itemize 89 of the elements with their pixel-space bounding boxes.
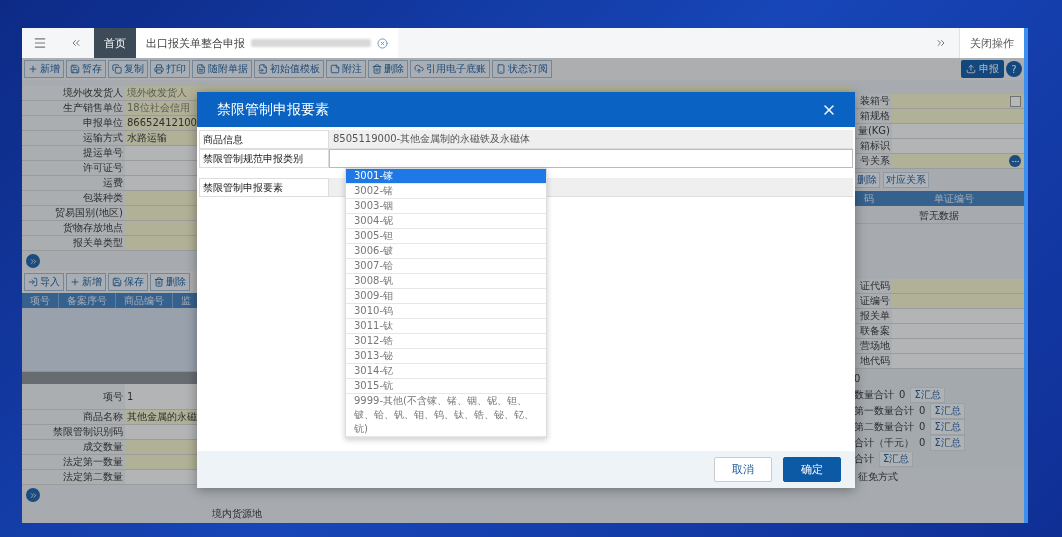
field-label: 成交数量 [22, 440, 125, 454]
dropdown-option[interactable]: 3012-锆 [346, 334, 546, 349]
total-label: 第二数量合计 [854, 419, 914, 434]
field-label: 营场地 [854, 339, 892, 353]
toolbar-button[interactable]: 打印 [150, 60, 190, 78]
toolbar-button[interactable]: 新增 [66, 273, 106, 291]
total-value: 0 [919, 421, 926, 432]
total-value: 0 [899, 389, 906, 400]
dropdown-option[interactable]: 3007-铪 [346, 259, 546, 274]
toolbar-button[interactable]: 初始值模板 [254, 60, 324, 78]
toolbar-button[interactable]: 随附单据 [192, 60, 252, 78]
tab[interactable]: 首页 [94, 28, 136, 58]
field-label: 征免方式 [857, 470, 899, 484]
field-label: 生产销售单位 [22, 101, 125, 115]
total-label: 第一数量合计 [854, 403, 914, 418]
action-button[interactable]: 删除 [854, 172, 880, 188]
dropdown-option[interactable]: 3010-钨 [346, 304, 546, 319]
dropdown-option[interactable]: 3004-铌 [346, 214, 546, 229]
field-label: 箱标识 [854, 139, 892, 153]
column-header: 码 [863, 192, 875, 206]
toolbar-button[interactable]: 导入 [24, 273, 64, 291]
toolbar-button[interactable]: 状态订阅 [492, 60, 552, 78]
field-label: 禁限管制申报要素 [199, 178, 329, 197]
field-label: 证编号 [854, 294, 892, 308]
total-label: 数量合计 [854, 387, 894, 402]
field-label: 提运单号 [22, 146, 125, 160]
field-label: 贸易国别(地区) [22, 206, 125, 220]
dropdown-option[interactable]: 3014-钇 [346, 364, 546, 379]
field-label: 运费 [22, 176, 125, 190]
field-label: 包装种类 [22, 191, 125, 205]
total-label: 合计 [854, 451, 874, 466]
field-label: 商品信息 [199, 130, 329, 149]
total-value: 0 [854, 373, 861, 384]
field-label: 地代码 [854, 354, 892, 368]
toolbar-button[interactable]: 附注 [326, 60, 366, 78]
field-label: 报关单类型 [22, 236, 125, 250]
field-label: 法定第一数量 [22, 455, 125, 469]
field-label: 申报单位 [22, 116, 125, 130]
dialog-title: 禁限管制申报要素 [217, 100, 329, 119]
dropdown-option[interactable]: 3015-钪 [346, 379, 546, 394]
toolbar-button[interactable]: 暂存 [66, 60, 106, 78]
dropdown-option[interactable]: 3009-钼 [346, 289, 546, 304]
field-label: 号关系 [854, 154, 892, 168]
cancel-button[interactable]: 取消 [714, 457, 772, 482]
help-button[interactable]: ? [1006, 61, 1022, 77]
field-label: 商品名称 [22, 410, 125, 424]
field-label: 装箱号 [854, 94, 892, 108]
action-button[interactable]: 对应关系 [883, 172, 929, 188]
dropdown-option[interactable]: 3005-钽 [346, 229, 546, 244]
dropdown-option[interactable]: 3001-镓 [346, 169, 546, 184]
dropdown-option[interactable]: 3002-锗 [346, 184, 546, 199]
toolbar-button[interactable]: 复制 [108, 60, 148, 78]
submit-button[interactable]: 申报 [961, 60, 1004, 78]
dropdown-option[interactable]: 3011-钛 [346, 319, 546, 334]
confirm-button[interactable]: 确定 [783, 457, 841, 482]
field-label: 境外收发货人 [22, 86, 125, 100]
field-label: 法定第二数量 [22, 470, 125, 484]
column-header: 单证编号 [933, 192, 975, 206]
field-label: 境内货源地 [211, 507, 263, 521]
total-label: 合计（千元） [854, 435, 914, 450]
sum-button[interactable]: Σ汇总 [879, 450, 914, 467]
field-label: 禁限管制识别码 [22, 425, 125, 439]
field-label: 证代码 [854, 279, 892, 293]
toolbar-button[interactable]: 引用电子底账 [410, 60, 490, 78]
dropdown-option[interactable]: 3013-铋 [346, 349, 546, 364]
dropdown-option[interactable]: 3003-铟 [346, 199, 546, 214]
toolbar-button[interactable]: 保存 [108, 273, 148, 291]
field-label: 联备案 [854, 324, 892, 338]
sum-button[interactable]: Σ汇总 [910, 386, 945, 403]
toolbar-button[interactable]: 删除 [150, 273, 190, 291]
close-all-button[interactable]: 关闭操作 [959, 28, 1024, 58]
field-label: 许可证号 [22, 161, 125, 175]
field-label: 箱规格 [854, 109, 892, 123]
total-value: 0 [919, 405, 926, 416]
dropdown-option[interactable]: 3006-铍 [346, 244, 546, 259]
field-label: 项号 [22, 384, 125, 409]
total-value: 0 [919, 437, 926, 448]
field-label: 货物存放地点 [22, 221, 125, 235]
tab[interactable]: 出口报关单整合申报 [136, 28, 398, 58]
dropdown-option[interactable]: 3008-钒 [346, 274, 546, 289]
field-label: 运输方式 [22, 131, 125, 145]
field-label: 报关单 [854, 309, 892, 323]
sum-button[interactable]: Σ汇总 [930, 402, 965, 419]
toolbar-button[interactable]: 新增 [24, 60, 64, 78]
field-label: 禁限管制规范申报类别 [199, 149, 329, 168]
dropdown-option[interactable]: 9999-其他(不含镓、锗、铟、铌、钽、铍、铪、钒、钼、钨、钛、锆、铋、钇、钪) [346, 394, 546, 437]
field-label: 量(KG) [854, 124, 892, 138]
toolbar-button[interactable]: 删除 [368, 60, 408, 78]
readonly-field: 8505119000-其他金属制的永磁铁及永磁体 [329, 130, 853, 149]
